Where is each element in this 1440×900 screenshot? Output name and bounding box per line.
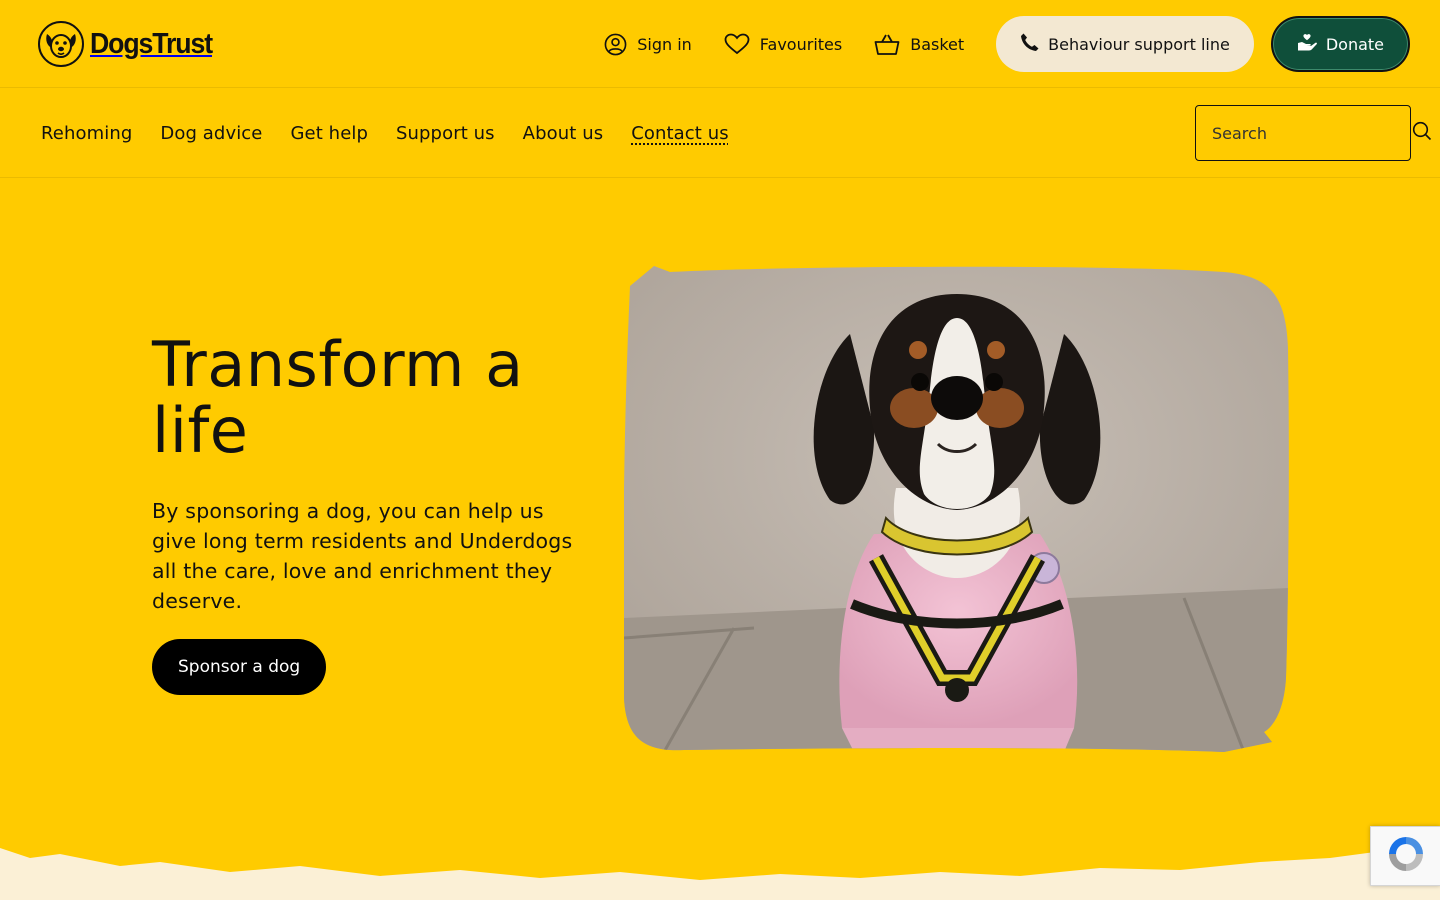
recaptcha-badge[interactable] <box>1370 826 1440 886</box>
favourites-link[interactable]: Favourites <box>724 16 842 72</box>
donate-hand-icon <box>1297 33 1318 56</box>
basket-link[interactable]: Basket <box>874 16 964 72</box>
hero-title-line-1: Transform a <box>152 328 524 401</box>
hero-content: Transform a life By sponsoring a dog, yo… <box>152 332 582 695</box>
footer-wave-divider <box>0 844 1440 900</box>
utility-nav: Sign in Favourites Basket Behaviour supp… <box>604 16 1410 72</box>
hero-description: By sponsoring a dog, you can help us giv… <box>152 499 573 613</box>
sponsor-a-dog-button[interactable]: Sponsor a dog <box>152 639 327 695</box>
search-input[interactable] <box>1212 123 1412 143</box>
main-nav: Rehoming Dog advice Get help Support us … <box>41 88 729 178</box>
user-circle-icon <box>604 33 627 56</box>
donate-button[interactable]: Donate <box>1270 16 1410 72</box>
nav-rehoming[interactable]: Rehoming <box>41 123 132 144</box>
hero-title: Transform a life <box>152 332 582 464</box>
behaviour-support-label: Behaviour support line <box>1048 34 1230 54</box>
heart-icon <box>724 33 750 55</box>
nav-about-us[interactable]: About us <box>523 123 604 144</box>
basket-icon <box>874 33 900 56</box>
nav-support-us[interactable]: Support us <box>396 123 495 144</box>
sign-in-label: Sign in <box>637 34 692 54</box>
nav-dog-advice[interactable]: Dog advice <box>160 123 262 144</box>
hero-dog-photo <box>623 258 1290 752</box>
basket-label: Basket <box>910 34 965 54</box>
utility-bar: DogsTrust Sign in Favourites Basket Beha… <box>0 0 1440 88</box>
brand-name: DogsTrust <box>90 27 213 60</box>
nav-get-help[interactable]: Get help <box>290 123 368 144</box>
search-box <box>1195 105 1432 161</box>
donate-label: Donate <box>1325 34 1384 54</box>
search-icon[interactable] <box>1412 121 1432 145</box>
phone-icon <box>1020 32 1040 56</box>
dogs-trust-logo-icon <box>38 21 84 67</box>
favourites-label: Favourites <box>759 34 843 54</box>
hero-title-line-2: life <box>152 394 249 467</box>
nav-contact-us[interactable]: Contact us <box>631 123 729 144</box>
dogs-trust-logo[interactable]: DogsTrust <box>38 20 223 68</box>
main-nav-bar: Rehoming Dog advice Get help Support us … <box>0 88 1440 178</box>
behaviour-support-line-button[interactable]: Behaviour support line <box>996 16 1254 72</box>
recaptcha-icon <box>1385 833 1427 879</box>
sign-in-link[interactable]: Sign in <box>604 16 692 72</box>
